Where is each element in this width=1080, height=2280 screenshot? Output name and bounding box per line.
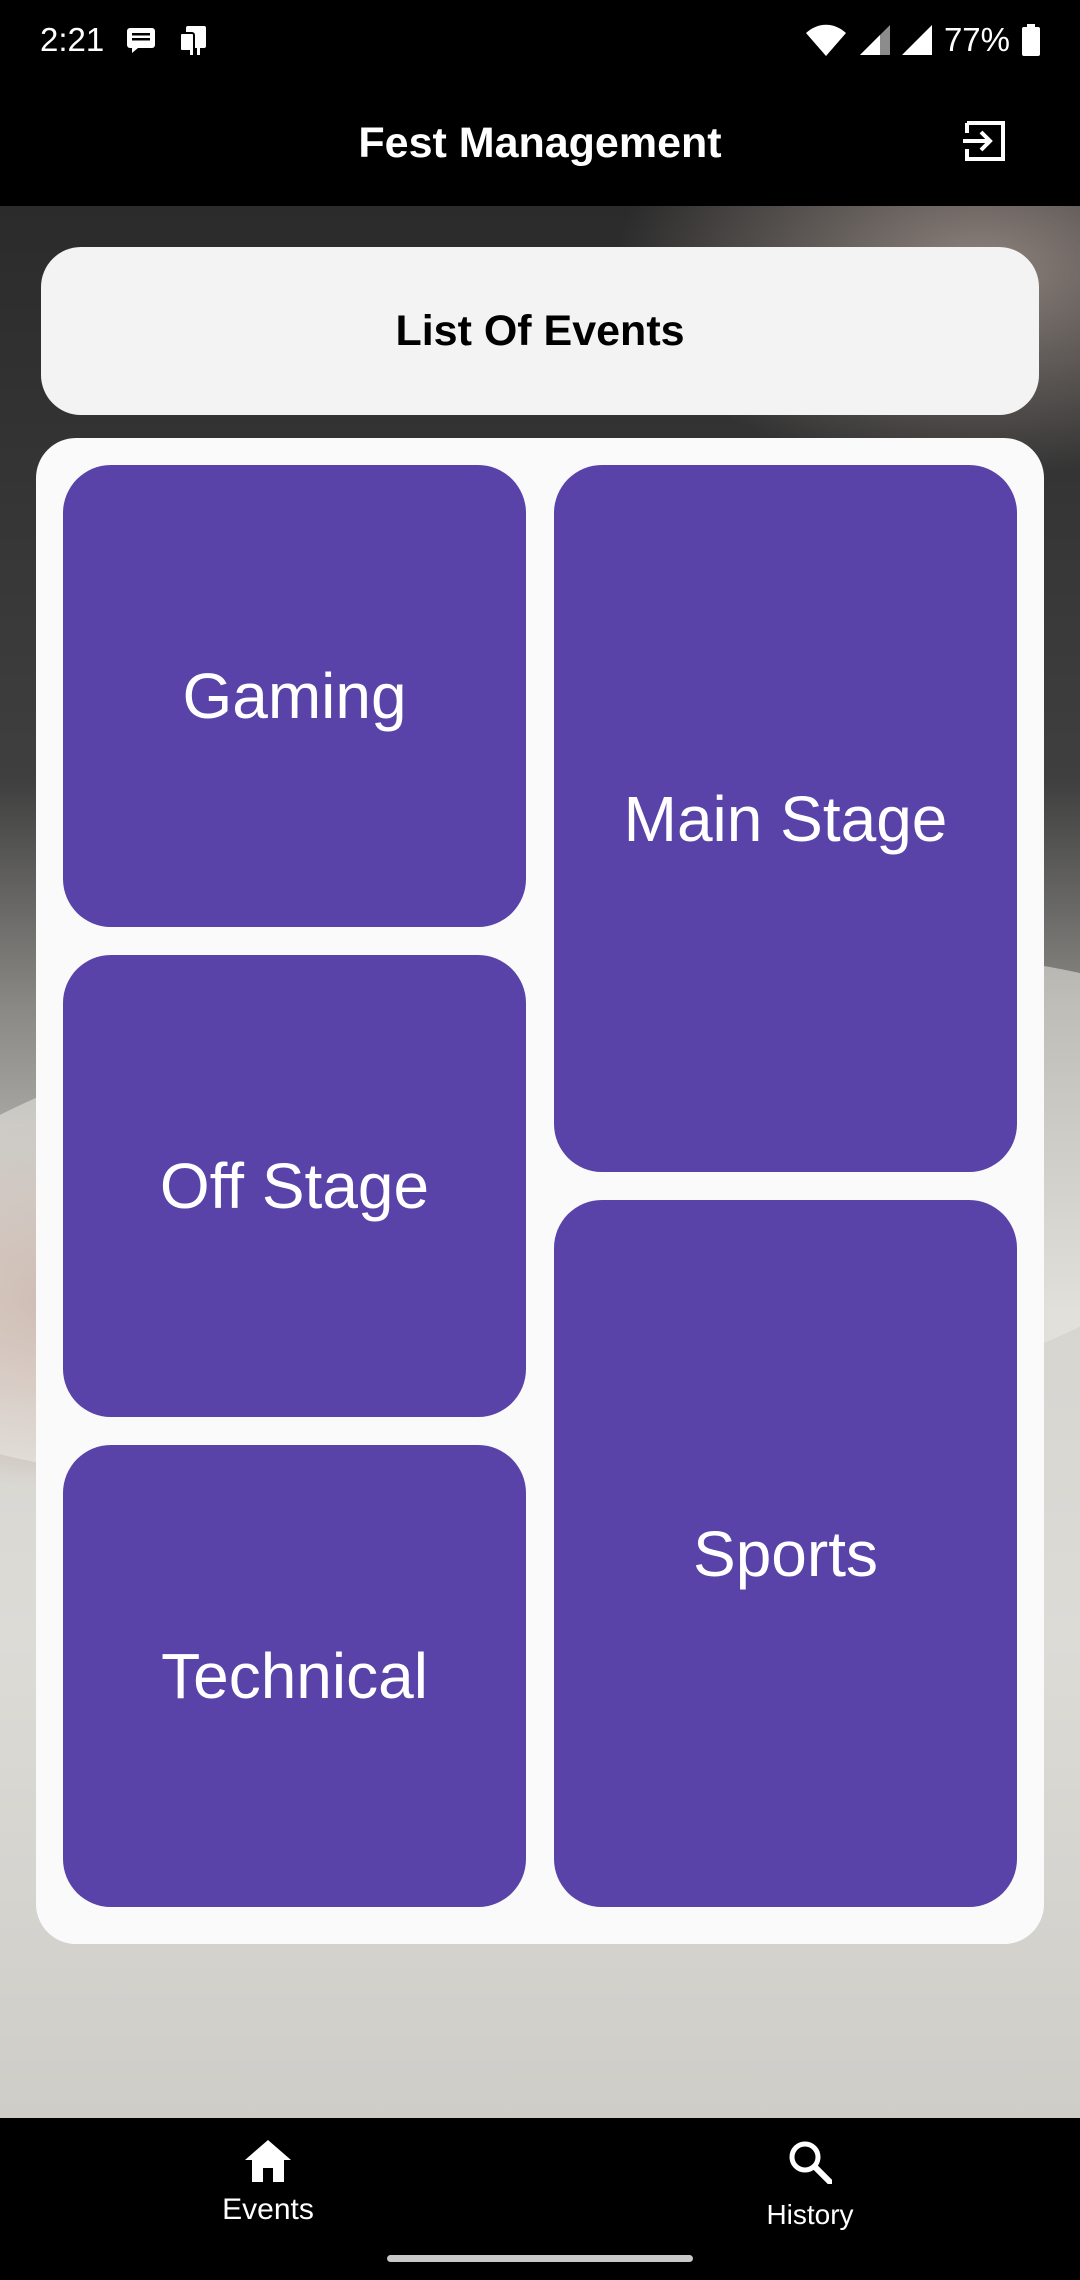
app-title: Fest Management [358, 118, 722, 167]
battery-percent: 77% [943, 21, 1010, 58]
sim-notification-icon [178, 25, 212, 55]
signal-icon-2 [901, 25, 932, 55]
nav-item-history[interactable]: History [700, 2140, 920, 2250]
event-grid: Gaming Main Stage Off Stage Sports Techn… [36, 438, 1044, 1944]
search-icon [788, 2140, 833, 2189]
nav-label-history: History [766, 2199, 854, 2230]
list-title: List Of Events [395, 306, 685, 355]
event-tile-label: Gaming [182, 660, 407, 732]
event-tile-gaming[interactable]: Gaming [63, 465, 526, 927]
event-tile-main-stage[interactable]: Main Stage [554, 465, 1017, 1172]
home-icon [245, 2140, 291, 2187]
logout-button[interactable] [960, 118, 1010, 168]
event-tile-sports[interactable]: Sports [554, 1200, 1017, 1907]
list-header-card: List Of Events [41, 247, 1039, 415]
event-tile-label: Technical [161, 1640, 428, 1712]
message-notification-icon [126, 27, 156, 53]
event-tile-technical[interactable]: Technical [63, 1445, 526, 1907]
battery-icon [1022, 24, 1040, 56]
event-tile-label: Off Stage [159, 1150, 430, 1222]
status-right: 77% [804, 21, 1040, 59]
app-bar: Fest Management [0, 80, 1080, 206]
nav-item-events[interactable]: Events [158, 2140, 378, 2250]
nav-label-events: Events [222, 2193, 314, 2226]
event-tile-off-stage[interactable]: Off Stage [63, 955, 526, 1417]
event-tile-label: Main Stage [623, 782, 948, 855]
logout-icon [963, 119, 1007, 168]
gesture-home-indicator[interactable] [387, 2255, 693, 2262]
wifi-icon [804, 24, 848, 56]
event-tile-label: Sports [693, 1517, 878, 1590]
status-left: 2:21 [40, 21, 212, 59]
status-time: 2:21 [40, 21, 105, 58]
signal-icon [859, 25, 890, 55]
status-bar: 2:21 77% [0, 0, 1080, 80]
